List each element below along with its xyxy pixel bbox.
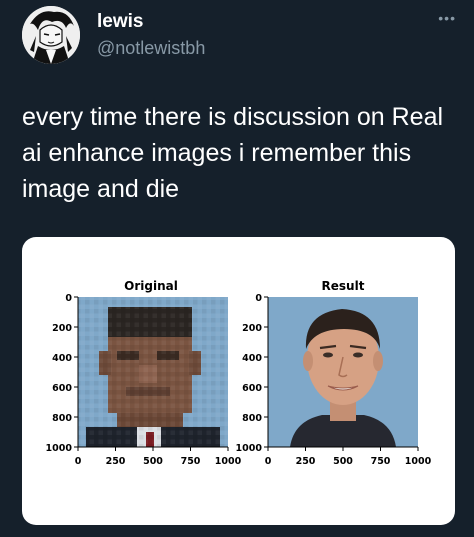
x-tick-label: 250 [296, 456, 316, 467]
x-tick-label: 1000 [215, 456, 242, 467]
author-handle[interactable]: @notlewistbh [97, 37, 205, 59]
result-x-axis: 0 250 500 750 1000 [265, 447, 432, 467]
original-face [78, 297, 228, 447]
x-tick-label: 0 [265, 456, 272, 467]
y-tick-label: 0 [255, 293, 262, 304]
y-tick-label: 800 [242, 413, 262, 424]
x-tick-label: 750 [371, 456, 391, 467]
panel-result: Result 0 200 400 600 800 1000 0 250 500 … [236, 279, 432, 467]
panel-result-title: Result [322, 279, 365, 293]
y-tick-label: 400 [52, 353, 72, 364]
author-name[interactable]: lewis [97, 11, 143, 33]
y-tick-label: 1000 [236, 443, 263, 454]
x-tick-label: 500 [143, 456, 163, 467]
x-tick-label: 500 [333, 456, 353, 467]
y-tick-label: 0 [65, 293, 72, 304]
more-horizontal-icon[interactable]: ••• [438, 10, 456, 26]
original-y-axis: 0 200 400 600 800 1000 [46, 293, 78, 454]
y-tick-label: 200 [242, 323, 262, 334]
tweet-media[interactable]: Original 0 200 400 600 800 1000 0 250 50… [22, 237, 455, 525]
media-figure: Original 0 200 400 600 800 1000 0 250 50… [46, 279, 432, 467]
x-tick-label: 750 [181, 456, 201, 467]
x-tick-label: 0 [75, 456, 82, 467]
y-tick-label: 600 [52, 383, 72, 394]
x-tick-label: 250 [106, 456, 126, 467]
original-x-axis: 0 250 500 750 1000 [75, 447, 242, 467]
tweet-text: every time there is discussion on Real a… [22, 103, 444, 203]
y-tick-label: 400 [242, 353, 262, 364]
y-tick-label: 200 [52, 323, 72, 334]
y-tick-label: 800 [52, 413, 72, 424]
result-y-axis: 0 200 400 600 800 1000 [236, 293, 268, 454]
panel-original: Original 0 200 400 600 800 1000 0 250 50… [46, 279, 242, 467]
avatar[interactable] [22, 6, 80, 64]
y-tick-label: 600 [242, 383, 262, 394]
x-tick-label: 1000 [405, 456, 432, 467]
y-tick-label: 1000 [46, 443, 73, 454]
panel-original-title: Original [124, 279, 178, 293]
avatar-illustration [22, 6, 80, 64]
